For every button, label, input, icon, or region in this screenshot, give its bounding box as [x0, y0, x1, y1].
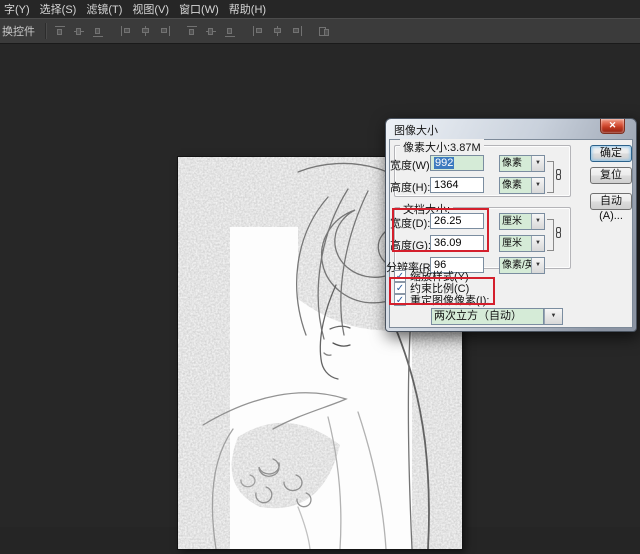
pixel-width-unit-select[interactable]: 像素 ▼: [499, 155, 545, 172]
checkbox-resample-image[interactable]: ✓ 重定图像像素(I):: [394, 292, 489, 308]
unit-label: 厘米: [500, 236, 531, 251]
align-icons: [51, 25, 334, 38]
menu-item[interactable]: 视图(V): [130, 1, 177, 17]
distribute-horizontal-centers-icon[interactable]: [271, 25, 284, 38]
resample-method-value: 两次立方（自动）: [432, 309, 543, 324]
align-horizontal-centers-icon[interactable]: [139, 25, 152, 38]
menu-item[interactable]: 窗口(W): [177, 1, 227, 17]
pixel-width-label: 宽度(W):: [390, 157, 428, 173]
show-transform-controls-label: 换控件: [0, 23, 41, 39]
align-right-edges-icon[interactable]: [158, 25, 171, 38]
resample-method-arrow[interactable]: ▼: [543, 308, 563, 325]
resolution-unit-select[interactable]: 像素/英寸 ▼: [499, 257, 545, 274]
pixel-height-input[interactable]: 1364: [430, 177, 484, 193]
close-button[interactable]: ✕: [600, 119, 625, 134]
pixel-width-value: 992: [434, 157, 454, 169]
options-bar: 换控件: [0, 18, 640, 44]
chain-link-icon: [555, 227, 563, 240]
distribute-top-edges-icon[interactable]: [186, 25, 199, 38]
close-icon: ✕: [609, 120, 617, 130]
pixel-height-value: 1364: [434, 179, 458, 191]
doc-height-value: 36.09: [434, 237, 462, 249]
auto-button[interactable]: 自动(A)...: [590, 193, 632, 210]
doc-height-unit-select[interactable]: 厘米 ▼: [499, 235, 545, 252]
menu-item[interactable]: 字(Y): [2, 1, 38, 17]
resample-method-select[interactable]: 两次立方（自动）: [431, 308, 543, 325]
doc-width-input[interactable]: 26.25: [430, 213, 484, 229]
ok-button[interactable]: 确定: [590, 145, 632, 162]
align-vertical-centers-icon[interactable]: [73, 25, 86, 38]
pixel-dimensions-label: 像素大小:3.87M: [400, 139, 484, 155]
link-bracket: [547, 161, 554, 193]
menu-item[interactable]: 滤镜(T): [84, 1, 130, 17]
dropdown-arrow-icon: ▼: [531, 236, 544, 251]
distribute-vertical-centers-icon[interactable]: [205, 25, 218, 38]
dropdown-arrow-icon: ▼: [531, 258, 544, 273]
auto-align-layers-icon[interactable]: [318, 25, 331, 38]
dropdown-arrow-icon: ▼: [531, 214, 544, 229]
image-size-dialog: 图像大小 ✕ 像素大小:3.87M 宽度(W): 992 像素 ▼ 高度(H):…: [385, 118, 637, 332]
unit-label: 像素/英寸: [500, 258, 531, 273]
toolbar-separator: [45, 23, 47, 39]
dialog-title: 图像大小: [394, 122, 438, 138]
distribute-left-edges-icon[interactable]: [252, 25, 265, 38]
doc-height-label: 高度(G):: [390, 237, 428, 253]
chain-link-icon: [555, 169, 563, 182]
reset-button[interactable]: 复位: [590, 167, 632, 184]
doc-width-label: 宽度(D):: [390, 215, 428, 231]
unit-label: 像素: [500, 178, 531, 193]
pixel-height-unit-select[interactable]: 像素 ▼: [499, 177, 545, 194]
distribute-right-edges-icon[interactable]: [290, 25, 303, 38]
distribute-bottom-edges-icon[interactable]: [224, 25, 237, 38]
dropdown-arrow-icon: ▼: [531, 156, 544, 171]
menu-bar: 字(Y)选择(S)滤镜(T)视图(V)窗口(W)帮助(H): [0, 0, 640, 18]
menu-item[interactable]: 选择(S): [38, 1, 85, 17]
unit-label: 像素: [500, 156, 531, 171]
photoshop-window: { "menu": { "items": ["字(Y)", "选择(S)", "…: [0, 0, 640, 527]
doc-width-value: 26.25: [434, 215, 462, 227]
align-top-edges-icon[interactable]: [54, 25, 67, 38]
align-bottom-edges-icon[interactable]: [92, 25, 105, 38]
unit-label: 厘米: [500, 214, 531, 229]
link-bracket: [547, 219, 554, 251]
pixel-height-label: 高度(H):: [390, 179, 428, 195]
align-left-edges-icon[interactable]: [120, 25, 133, 38]
doc-height-input[interactable]: 36.09: [430, 235, 484, 251]
dropdown-arrow-icon: ▼: [531, 178, 544, 193]
dropdown-arrow-icon: ▼: [544, 309, 562, 324]
doc-width-unit-select[interactable]: 厘米 ▼: [499, 213, 545, 230]
checkbox-label: 重定图像像素(I):: [410, 292, 489, 308]
menu-item[interactable]: 帮助(H): [227, 1, 274, 17]
checkbox-checked-icon: ✓: [394, 294, 406, 306]
pixel-width-input[interactable]: 992: [430, 155, 484, 171]
